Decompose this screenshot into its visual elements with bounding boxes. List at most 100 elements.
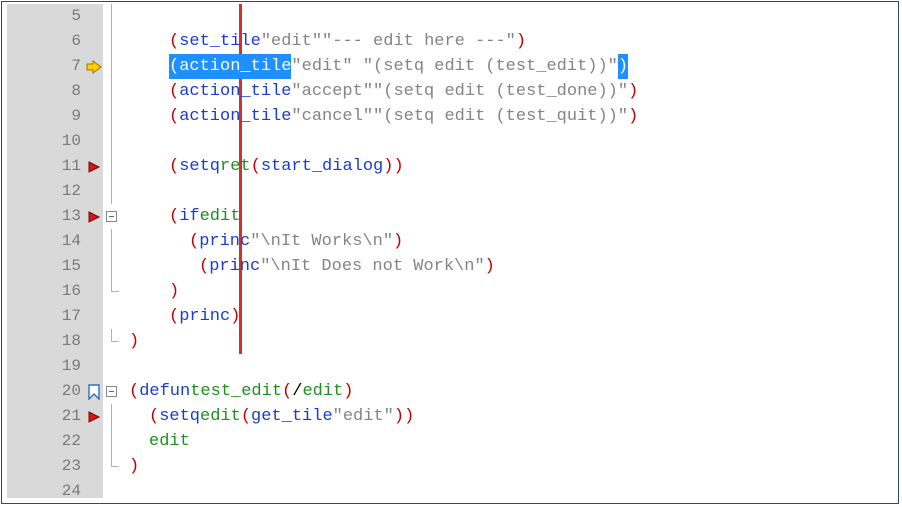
code-line[interactable]: (princ) xyxy=(129,304,240,329)
code-line[interactable]: (setq edit (get_tile "edit")) xyxy=(129,404,414,429)
code-row: 9 (action_tile "cancel" "(setq edit (test… xyxy=(7,104,893,129)
marker-slot[interactable] xyxy=(85,304,103,329)
keyword-token: princ xyxy=(199,229,250,254)
code-line[interactable]: (princ "\nIt Works\n") xyxy=(129,229,403,254)
line-number[interactable]: 19 xyxy=(7,354,81,379)
keyword-token: setq xyxy=(159,404,200,429)
code-line[interactable]: (action_tile "edit" "(setq edit (test_ed… xyxy=(129,54,628,79)
string-token: "\nIt Does not Work\n" xyxy=(260,254,484,279)
selection: (action_tile xyxy=(169,54,291,79)
line-number[interactable]: 23 xyxy=(7,454,81,479)
marker-slot[interactable] xyxy=(85,79,103,104)
line-number[interactable]: 9 xyxy=(7,104,81,129)
breakpoint-icon[interactable] xyxy=(85,404,103,429)
line-number[interactable]: 12 xyxy=(7,179,81,204)
code-row: 8 (action_tile "accept" "(setq edit (test… xyxy=(7,79,893,104)
code-line[interactable]: (action_tile "cancel" "(setq edit (test_… xyxy=(129,104,638,129)
marker-slot[interactable] xyxy=(85,129,103,154)
bookmark-icon[interactable] xyxy=(85,379,103,404)
code-line[interactable]: (defun test_edit ( / edit ) xyxy=(129,379,353,404)
code-row: 21 (setq edit (get_tile "edit")) xyxy=(7,404,893,429)
marker-slot[interactable] xyxy=(85,429,103,454)
paren-token: ) xyxy=(343,379,353,404)
marker-slot[interactable] xyxy=(85,179,103,204)
fold-guide-line xyxy=(111,404,112,454)
line-number[interactable]: 17 xyxy=(7,304,81,329)
keyword-token: set_tile xyxy=(179,29,261,54)
marker-slot[interactable] xyxy=(85,29,103,54)
keyword-token: princ xyxy=(209,254,260,279)
paren-token: ) xyxy=(516,29,526,54)
code-row: 23) xyxy=(7,454,893,479)
line-number[interactable]: 22 xyxy=(7,429,81,454)
code-row: 14 (princ "\nIt Works\n") xyxy=(7,229,893,254)
code-line[interactable]: ) xyxy=(129,329,139,354)
paren-token: ( xyxy=(199,254,209,279)
identifier-token: test_edit xyxy=(190,379,282,404)
string-token: "(setq edit (test_quit))" xyxy=(373,104,628,129)
marker-slot[interactable] xyxy=(85,104,103,129)
keyword-token: action_tile xyxy=(179,104,291,129)
string-token: "(setq edit (test_done))" xyxy=(373,79,628,104)
keyword-token: princ xyxy=(179,304,230,329)
line-number[interactable]: 24 xyxy=(7,479,81,504)
marker-slot[interactable] xyxy=(85,279,103,304)
marker-slot[interactable] xyxy=(85,354,103,379)
line-number[interactable]: 5 xyxy=(7,4,81,29)
code-row: 20 (defun test_edit ( / edit ) xyxy=(7,379,893,404)
line-number[interactable]: 20 xyxy=(7,379,81,404)
line-number[interactable]: 15 xyxy=(7,254,81,279)
line-number[interactable]: 21 xyxy=(7,404,81,429)
paren-token: ( xyxy=(149,404,159,429)
paren-token: ( xyxy=(169,79,179,104)
code-row: 13 (if edit xyxy=(7,204,893,229)
current-line-arrow-icon[interactable] xyxy=(85,54,103,79)
marker-slot[interactable] xyxy=(85,479,103,504)
paren-token: ( xyxy=(169,29,179,54)
string-token: "cancel" xyxy=(291,104,373,129)
breakpoint-icon[interactable] xyxy=(85,154,103,179)
paren-token: ( xyxy=(251,154,261,179)
editor-inner: 56 (set_tile "edit" "--- edit here ---") 7… xyxy=(7,4,893,498)
code-line[interactable]: (action_tile "accept" "(setq edit (test_… xyxy=(129,79,638,104)
identifier-token: edit xyxy=(200,404,241,429)
line-number[interactable]: 7 xyxy=(7,54,81,79)
code-line[interactable]: (princ "\nIt Does not Work\n") xyxy=(129,254,495,279)
line-number[interactable]: 8 xyxy=(7,79,81,104)
code-line[interactable]: (setq ret (start_dialog)) xyxy=(129,154,404,179)
keyword-token: action_tile xyxy=(179,79,291,104)
keyword-token: setq xyxy=(179,154,220,179)
line-number[interactable]: 6 xyxy=(7,29,81,54)
line-number[interactable]: 14 xyxy=(7,229,81,254)
code-line[interactable]: edit xyxy=(129,429,190,454)
code-row: 18) xyxy=(7,329,893,354)
code-line[interactable]: ) xyxy=(129,454,139,479)
marker-slot[interactable] xyxy=(85,4,103,29)
marker-slot[interactable] xyxy=(85,254,103,279)
identifier-token: edit xyxy=(200,204,241,229)
line-number[interactable]: 10 xyxy=(7,129,81,154)
paren-token: ( xyxy=(129,379,139,404)
line-number[interactable]: 11 xyxy=(7,154,81,179)
code-row: 6 (set_tile "edit" "--- edit here ---") xyxy=(7,29,893,54)
fold-toggle-icon[interactable] xyxy=(106,211,117,222)
paren-token: ( xyxy=(169,154,179,179)
paren-token: ) xyxy=(230,304,240,329)
string-token: "accept" xyxy=(291,79,373,104)
line-number[interactable]: 18 xyxy=(7,329,81,354)
paren-token: )) xyxy=(383,154,403,179)
code-row: 11 (setq ret (start_dialog)) xyxy=(7,154,893,179)
paren-token: ( xyxy=(282,379,292,404)
code-text: "edit" "(setq edit (test_edit))" xyxy=(291,54,617,79)
line-number[interactable]: 16 xyxy=(7,279,81,304)
line-number[interactable]: 13 xyxy=(7,204,81,229)
matching-bracket-highlight: ) xyxy=(618,54,628,79)
marker-slot[interactable] xyxy=(85,454,103,479)
marker-slot[interactable] xyxy=(85,229,103,254)
code-line[interactable]: (set_tile "edit" "--- edit here ---") xyxy=(129,29,526,54)
fold-toggle-icon[interactable] xyxy=(106,386,117,397)
code-line[interactable]: (if edit xyxy=(129,204,240,229)
breakpoint-icon[interactable] xyxy=(85,204,103,229)
code-line[interactable]: ) xyxy=(129,279,179,304)
marker-slot[interactable] xyxy=(85,329,103,354)
